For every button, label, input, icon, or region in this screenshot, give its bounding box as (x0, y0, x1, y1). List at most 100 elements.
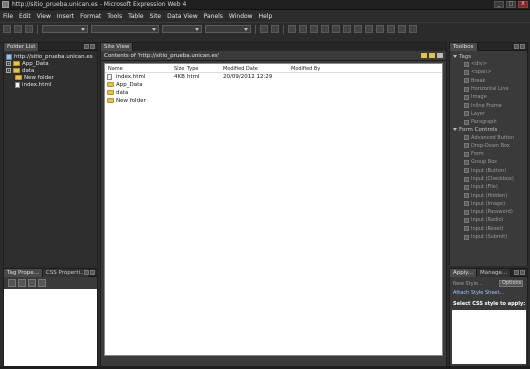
up-folder-icon[interactable] (421, 53, 427, 58)
tool-item[interactable]: Advanced Button (450, 133, 527, 141)
tool-item[interactable]: Input (File) (450, 183, 527, 191)
table-row[interactable]: New folder (105, 97, 442, 105)
undo-icon[interactable] (260, 25, 268, 33)
menu-data-view[interactable]: Data View (164, 13, 200, 20)
tool-item[interactable]: Input (Image) (450, 200, 527, 208)
tool-item[interactable]: Input (Button) (450, 167, 527, 175)
indent-icon[interactable] (376, 25, 384, 33)
show-tag-properties-icon[interactable] (38, 279, 46, 287)
new-folder-icon[interactable] (429, 53, 435, 58)
tool-item[interactable]: Layer (450, 110, 527, 118)
menu-format[interactable]: Format (77, 13, 104, 20)
view-options-icon[interactable] (437, 53, 443, 58)
panel-close-icon[interactable] (520, 270, 525, 275)
tool-item[interactable]: Inline Frame (450, 101, 527, 109)
options-dropdown[interactable]: Options (499, 280, 523, 287)
bold-icon[interactable] (288, 25, 296, 33)
menu-tools[interactable]: Tools (104, 13, 125, 20)
menu-site[interactable]: Site (147, 13, 165, 20)
highlight-icon[interactable] (398, 25, 406, 33)
panel-close-icon[interactable] (90, 270, 95, 275)
tool-item[interactable]: Input (Submit) (450, 233, 527, 241)
tab-folder-list[interactable]: Folder List (4, 42, 40, 51)
tool-item[interactable]: Image (450, 93, 527, 101)
tool-item[interactable]: Input (Reset) (450, 225, 527, 233)
show-set-properties-icon[interactable] (28, 279, 36, 287)
new-page-icon[interactable] (3, 25, 11, 33)
section-tags[interactable]: Tags (450, 53, 527, 60)
tree-item-index-html[interactable]: index.html (6, 81, 95, 88)
menu-insert[interactable]: Insert (54, 13, 77, 20)
panel-maximize-icon[interactable] (514, 44, 519, 49)
tool-item[interactable]: Group Box (450, 158, 527, 166)
panel-maximize-icon[interactable] (514, 270, 519, 275)
column-header-name[interactable]: Name (108, 66, 123, 72)
align-center-icon[interactable] (332, 25, 340, 33)
maximize-button[interactable]: □ (506, 1, 516, 8)
close-button[interactable]: X (518, 1, 528, 8)
tab-toolbox[interactable]: Toolbox (450, 42, 478, 51)
table-row[interactable]: data (105, 89, 442, 97)
font-color-icon[interactable] (409, 25, 417, 33)
expand-icon[interactable]: + (6, 68, 11, 73)
open-icon[interactable] (14, 25, 22, 33)
tool-item[interactable]: <div> (450, 60, 527, 68)
column-header-modified-by[interactable]: Modified By (291, 66, 320, 72)
tree-root[interactable]: http://sitio_prueba.unican.es (6, 53, 95, 60)
categorized-icon[interactable] (8, 279, 16, 287)
column-header-type[interactable]: Type (187, 66, 198, 72)
tool-item[interactable]: Input (Checkbox) (450, 175, 527, 183)
tab-manage-styles[interactable]: Manage... (477, 268, 512, 277)
tab-apply-styles[interactable]: Apply... (450, 268, 477, 277)
tree-item-data[interactable]: + data (6, 67, 95, 74)
menu-file[interactable]: File (0, 13, 16, 20)
tool-item[interactable]: Form (450, 150, 527, 158)
tool-item[interactable]: Horizontal Line (450, 85, 527, 93)
tool-item[interactable]: <span> (450, 68, 527, 76)
redo-icon[interactable] (271, 25, 279, 33)
tool-item[interactable]: Input (Radio) (450, 216, 527, 224)
underline-icon[interactable] (310, 25, 318, 33)
tree-item-app-data[interactable]: + App_Data (6, 60, 95, 67)
tab-site-view[interactable]: Site View (101, 43, 134, 51)
font-size-dropdown[interactable] (162, 25, 202, 33)
menu-panels[interactable]: Panels (201, 13, 226, 20)
italic-icon[interactable] (299, 25, 307, 33)
section-form-controls[interactable]: Form Controls (450, 126, 527, 133)
font-family-dropdown[interactable] (91, 25, 159, 33)
tree-item-new-folder[interactable]: New folder (6, 74, 95, 81)
tool-item[interactable]: Drop-Down Box (450, 142, 527, 150)
new-style-link[interactable]: New Style... (453, 281, 483, 287)
minimize-button[interactable]: _ (494, 1, 504, 8)
menu-help[interactable]: Help (256, 13, 276, 20)
bullets-icon[interactable] (365, 25, 373, 33)
panel-maximize-icon[interactable] (84, 44, 89, 49)
menu-table[interactable]: Table (125, 13, 147, 20)
save-icon[interactable] (25, 25, 33, 33)
tool-item[interactable]: Input (Password) (450, 208, 527, 216)
menu-view[interactable]: View (34, 13, 54, 20)
panel-close-icon[interactable] (520, 44, 525, 49)
alphabetical-icon[interactable] (18, 279, 26, 287)
menu-window[interactable]: Window (226, 13, 256, 20)
tab-tag-properties[interactable]: Tag Prope... (4, 268, 43, 277)
panel-close-icon[interactable] (90, 44, 95, 49)
tab-css-properties[interactable]: CSS Properti... (42, 268, 90, 277)
attach-style-sheet-link[interactable]: Attach Style Sheet... (453, 290, 504, 296)
tool-item[interactable]: Break (450, 77, 527, 85)
expand-icon[interactable]: + (6, 61, 11, 66)
tool-item[interactable]: Input (Hidden) (450, 191, 527, 199)
column-header-modified-date[interactable]: Modified Date (223, 66, 258, 72)
font-format-dropdown[interactable] (205, 25, 251, 33)
css-styles-list[interactable] (452, 310, 526, 364)
column-header-size[interactable]: Size (174, 66, 184, 72)
tool-item[interactable]: Paragraph (450, 118, 527, 126)
numbering-icon[interactable] (354, 25, 362, 33)
table-row[interactable]: index.html 4KB html 20/09/2012 12:29 (105, 73, 442, 81)
panel-maximize-icon[interactable] (84, 270, 89, 275)
style-dropdown[interactable] (42, 25, 88, 33)
menu-edit[interactable]: Edit (16, 13, 34, 20)
align-left-icon[interactable] (321, 25, 329, 33)
table-row[interactable]: App_Data (105, 81, 442, 89)
align-right-icon[interactable] (343, 25, 351, 33)
